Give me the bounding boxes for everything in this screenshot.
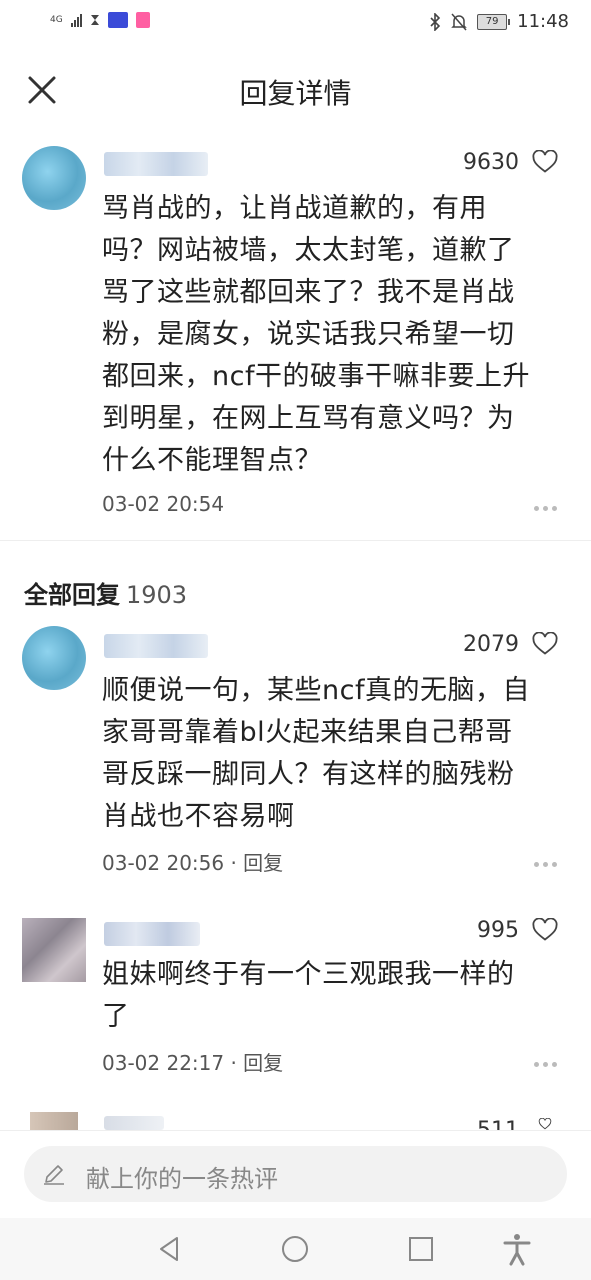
comment-line: 吗？网站被墙，太太封笔，道歉了 (102, 235, 515, 266)
replies-header: 全部回复 1903 (24, 575, 187, 610)
back-icon[interactable] (152, 1232, 186, 1266)
heart-icon[interactable] (532, 1118, 558, 1130)
username[interactable] (104, 922, 200, 946)
comment-input[interactable]: 献上你的一条热评 (24, 1146, 567, 1202)
like-count: 511 (477, 1118, 519, 1130)
more-icon[interactable] (534, 852, 564, 867)
comment-time: 03-02 20:54 (102, 492, 225, 516)
reply-line: 顺便说一句，某些ncf真的无脑，自 (102, 675, 530, 706)
divider (0, 540, 591, 541)
reply-line: 肖战也不容易啊 (102, 801, 295, 832)
heart-icon[interactable] (532, 632, 558, 656)
mute-bell-icon (451, 13, 467, 30)
like-count: 995 (477, 918, 519, 943)
like-count: 2079 (463, 632, 519, 657)
reply-time[interactable]: 03-02 22:17 · 回复 (102, 1047, 283, 1076)
avatar[interactable] (22, 918, 86, 982)
pen-icon (44, 1165, 64, 1185)
reply-line: 家哥哥靠着bl火起来结果自己帮哥 (102, 717, 513, 748)
comment-line: 什么不能理智点？ (102, 445, 322, 476)
hourglass-icon (90, 15, 99, 25)
status-left: 4G (50, 12, 150, 28)
username[interactable] (104, 1116, 164, 1130)
avatar[interactable] (30, 1112, 78, 1130)
status-bar: 4G 79 11:48 (0, 0, 591, 46)
app-notification-icon-2 (135, 12, 150, 28)
page-title: 回复详情 (239, 77, 352, 110)
reply-time[interactable]: 03-02 20:56 · 回复 (102, 847, 283, 876)
heart-icon[interactable] (532, 150, 558, 174)
system-navigation-bar (0, 1218, 591, 1280)
reply-line: 哥反踩一脚同人？有这样的脑残粉 (102, 759, 515, 790)
reply-text: 姐妹啊终于有一个三观跟我一样的 了 (102, 954, 515, 1038)
replies-title: 全部回复 (24, 581, 120, 609)
top-bar: 回复详情 (0, 46, 591, 132)
battery-icon: 79 (477, 13, 511, 30)
reply-line: 了 (102, 1001, 130, 1032)
reply-line: 姐妹啊终于有一个三观跟我一样的 (102, 959, 515, 990)
replies-count: 1903 (126, 581, 188, 609)
status-right: 79 11:48 (429, 11, 569, 32)
app-notification-icon (107, 12, 128, 28)
username[interactable] (104, 634, 208, 658)
recent-apps-icon[interactable] (404, 1232, 438, 1266)
like-count: 9630 (463, 150, 519, 175)
comment-line: 骂肖战的，让肖战道歉的，有用 (102, 193, 487, 224)
username[interactable] (104, 152, 208, 176)
heart-icon[interactable] (532, 918, 558, 942)
comment-line: 都回来，ncf干的破事干嘛非要上升 (102, 361, 530, 392)
signal-icon (70, 13, 82, 27)
bluetooth-icon (430, 12, 441, 31)
reply-text: 顺便说一句，某些ncf真的无脑，自 家哥哥靠着bl火起来结果自己帮哥 哥反踩一脚… (102, 670, 530, 838)
home-icon[interactable] (278, 1232, 312, 1266)
clock: 11:48 (517, 11, 569, 32)
more-icon[interactable] (534, 1052, 564, 1067)
avatar[interactable] (22, 146, 86, 210)
comment-placeholder: 献上你的一条热评 (86, 1165, 278, 1193)
comment-line: 粉，是腐女，说实话我只希望一切 (102, 319, 515, 350)
avatar[interactable] (22, 626, 86, 690)
more-icon[interactable] (534, 496, 564, 511)
accessibility-icon[interactable] (500, 1232, 534, 1266)
comment-composer: 献上你的一条热评 (0, 1130, 591, 1219)
comment-line: 骂了这些就都回来了？我不是肖战 (102, 277, 515, 308)
comment-line: 到明星，在网上互骂有意义吗？为 (102, 403, 515, 434)
network-type: 4G (50, 14, 63, 25)
comment-text: 骂肖战的，让肖战道歉的，有用 吗？网站被墙，太太封笔，道歉了 骂了这些就都回来了… (102, 188, 530, 482)
